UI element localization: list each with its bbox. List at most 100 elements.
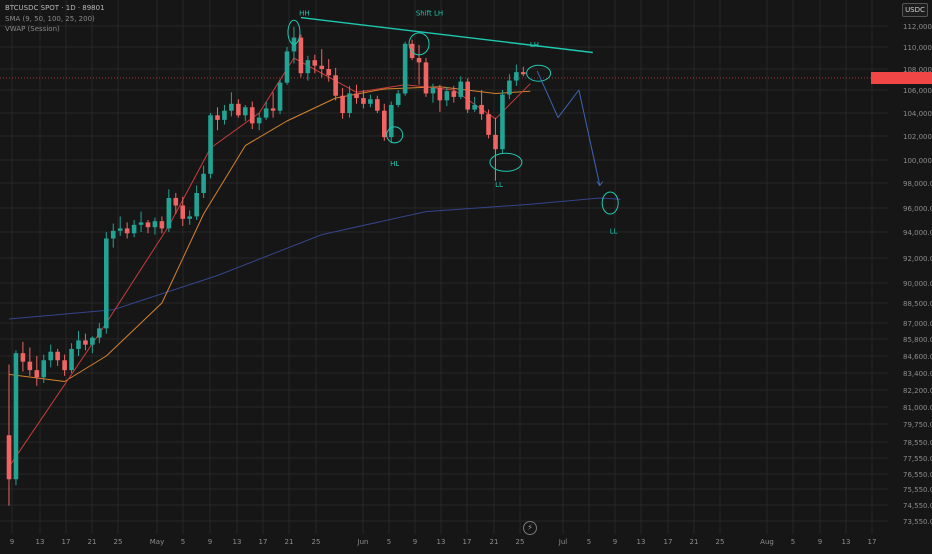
candle[interactable] [500,94,505,150]
price-tick-label: 79,750.0 [903,421,932,429]
candle[interactable] [117,228,123,231]
price-tick-label: 75,550.0 [903,486,932,494]
candle[interactable] [152,221,158,228]
currency-button[interactable]: USDC [902,3,928,17]
candle[interactable] [493,134,498,150]
candle[interactable] [145,222,151,228]
candle[interactable] [340,95,345,113]
candle[interactable] [20,353,26,362]
candle[interactable] [97,328,102,338]
candle[interactable] [486,114,491,135]
candle[interactable] [298,37,304,74]
candle[interactable] [458,81,464,97]
date-tick-label: 17 [259,538,268,546]
candle[interactable] [138,222,144,225]
candle[interactable] [201,173,206,193]
candle[interactable] [55,351,60,361]
candle[interactable] [416,58,422,63]
last-price-tag[interactable] [871,72,932,84]
candle[interactable] [41,360,47,378]
candle[interactable] [159,221,165,229]
candle[interactable] [430,87,436,94]
candle[interactable] [451,91,457,97]
candle[interactable] [215,115,220,120]
price-tick-label: 102,000.0 [903,133,932,141]
candle[interactable] [208,115,213,174]
candle[interactable] [124,228,130,234]
lightning-icon[interactable]: ⚡ [523,521,537,535]
candle[interactable] [305,60,311,74]
date-tick-label: Jun [357,538,369,546]
price-tick-label: 106,000.0 [903,87,932,95]
candle[interactable] [437,87,443,101]
candle[interactable] [375,99,380,111]
candle[interactable] [354,93,359,99]
candle[interactable] [48,351,53,361]
candle[interactable] [312,60,318,66]
candle[interactable] [444,91,450,101]
candle[interactable] [229,103,234,111]
candle[interactable] [472,104,477,110]
candle[interactable] [388,104,394,138]
ll-target-circle[interactable] [601,191,619,215]
candle[interactable] [270,108,276,111]
candle[interactable] [173,198,179,206]
candle[interactable] [423,62,429,94]
date-tick-label: 17 [868,538,877,546]
candle[interactable] [194,193,199,217]
sma-legend[interactable]: SMA (9, 50, 100, 25, 200) [5,15,95,23]
candle[interactable] [6,435,12,480]
price-chart[interactable]: 112,000.0110,000.0108,000.0106,000.0104,… [0,0,932,550]
candle[interactable] [263,108,269,118]
candle[interactable] [236,103,241,116]
date-tick-label: 13 [637,538,646,546]
price-tick-label: 85,800.0 [903,336,932,344]
candle[interactable] [62,360,67,371]
candle[interactable] [507,80,512,95]
candle[interactable] [166,198,172,229]
candle[interactable] [326,69,331,76]
candle[interactable] [479,104,484,115]
candle[interactable] [27,361,33,371]
candle[interactable] [222,110,227,120]
candle[interactable] [382,110,387,138]
candle[interactable] [277,82,283,111]
candle[interactable] [76,340,81,349]
ll-circle[interactable] [489,152,523,172]
candle[interactable] [361,98,366,104]
price-tick-label: 90,000.0 [903,280,932,288]
candle[interactable] [402,43,408,94]
date-tick-label: 5 [587,538,591,546]
date-tick-label: 21 [285,538,294,546]
candle[interactable] [13,353,19,480]
candle[interactable] [395,93,401,105]
candle[interactable] [83,340,88,345]
candle[interactable] [521,72,526,75]
candle[interactable] [347,93,352,113]
symbol-legend[interactable]: BTCUSDC SPOT · 1D · 89801 [5,4,105,12]
candle[interactable] [69,348,74,371]
hl-label: HL [390,160,399,168]
candle[interactable] [34,370,40,378]
candle[interactable] [319,65,325,69]
date-tick-label: 25 [114,538,123,546]
candle[interactable] [104,238,109,329]
candle[interactable] [465,81,470,110]
vwap-legend[interactable]: VWAP (Session) [5,25,60,33]
chart-canvas[interactable]: 112,000.0110,000.0108,000.0106,000.0104,… [0,0,932,550]
candle[interactable] [243,107,248,116]
candle[interactable] [131,224,137,234]
candle[interactable] [110,230,116,239]
candle[interactable] [90,337,95,345]
candle[interactable] [409,43,415,58]
candle[interactable] [514,72,519,81]
candle[interactable] [256,117,262,124]
candle[interactable] [333,75,338,96]
candle[interactable] [249,107,255,124]
candle[interactable] [368,99,373,104]
date-tick-label: Aug [760,538,774,546]
price-tick-label: 104,000.0 [903,110,932,118]
candle[interactable] [180,205,186,219]
candle[interactable] [284,51,290,83]
candle[interactable] [187,216,192,219]
